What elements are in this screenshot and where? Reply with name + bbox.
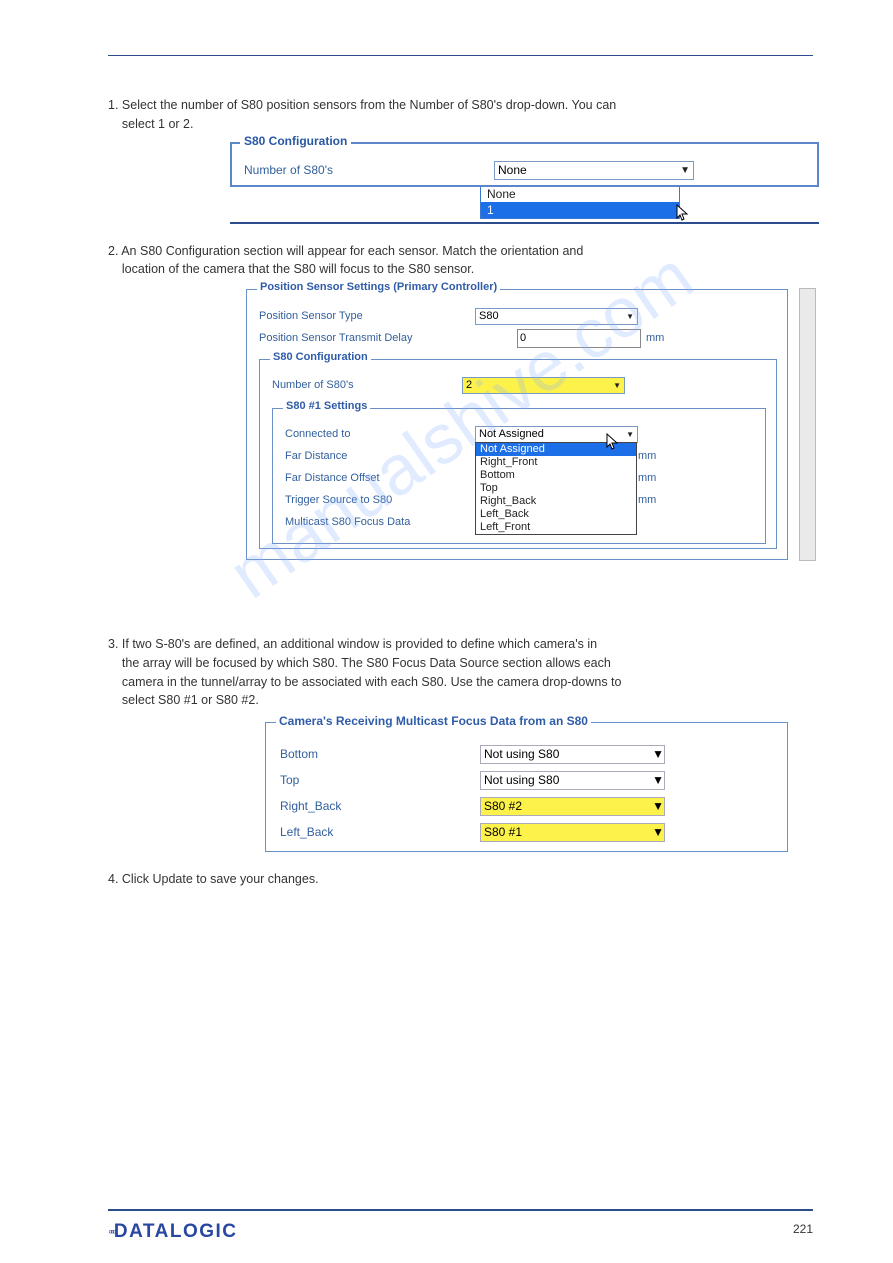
num-s80-select2[interactable]: 2 ▼ — [462, 377, 625, 394]
leftback-label: Left_Back — [280, 825, 480, 839]
rightback-label: Right_Back — [280, 799, 480, 813]
instr-step3: 3. If two S-80's are defined, an additio… — [108, 635, 813, 710]
rightback-val: S80 #2 — [484, 799, 522, 813]
instr1-line2: select 1 or 2. — [122, 117, 194, 131]
trigger-src-label: Trigger Source to S80 — [285, 494, 475, 506]
opt-right-back[interactable]: Right_Back — [476, 495, 636, 508]
instr-step2: 2. An S80 Configuration section will app… — [108, 242, 813, 280]
chevron-down-icon: ▼ — [613, 381, 621, 390]
chevron-down-icon: ▼ — [652, 799, 664, 813]
num-s80-value2: 2 — [466, 379, 472, 391]
unit-mm: mm — [638, 472, 656, 484]
delay-input[interactable] — [517, 329, 641, 348]
connected-to-value: Not Assigned — [479, 428, 544, 440]
multicast-label: Multicast S80 Focus Data — [285, 516, 475, 528]
top-label: Top — [280, 773, 480, 787]
instr3-l2: the array will be focused by which S80. … — [122, 656, 611, 670]
instr3-l3: camera in the tunnel/array to be associa… — [122, 675, 622, 689]
top-select[interactable]: Not using S80 ▼ — [480, 771, 665, 790]
page-number: 221 — [793, 1222, 813, 1236]
cursor-icon — [676, 204, 692, 222]
bottom-select[interactable]: Not using S80 ▼ — [480, 745, 665, 764]
instr-step4: 4. Click Update to save your changes. — [108, 870, 813, 889]
connected-to-select[interactable]: Not Assigned ▼ Not Assigned Right_Front … — [475, 426, 638, 443]
s80-config-legend: S80 Configuration — [240, 134, 351, 148]
s80-config-panel: S80 Configuration Number of S80's None ▼ — [230, 142, 819, 187]
opt-left-front[interactable]: Left_Front — [476, 521, 636, 534]
sensor-type-label: Position Sensor Type — [259, 310, 475, 322]
num-s80-label: Number of S80's — [244, 163, 494, 177]
bottom-label: Bottom — [280, 747, 480, 761]
connected-to-options[interactable]: Not Assigned Right_Front Bottom Top Righ… — [475, 442, 637, 535]
num-s80-value: None — [498, 163, 527, 177]
brand-text: DATALOGIC — [114, 1221, 238, 1242]
instr1-line1: Select the number of S80 position sensor… — [122, 98, 616, 112]
chevron-down-icon: ▼ — [652, 747, 664, 761]
scrollbar[interactable] — [799, 288, 816, 561]
bottom-val: Not using S80 — [484, 747, 559, 761]
top-val: Not using S80 — [484, 773, 559, 787]
chevron-down-icon: ▼ — [652, 773, 664, 787]
chevron-down-icon: ▼ — [680, 165, 690, 176]
unit-mm: mm — [638, 450, 656, 462]
far-distance-label: Far Distance — [285, 450, 475, 462]
delay-unit: mm — [646, 332, 664, 344]
s80cfg-legend: S80 Configuration — [270, 351, 371, 363]
instr3-l1: If two S-80's are defined, an additional… — [122, 637, 597, 651]
multicast-focus-panel: Camera's Receiving Multicast Focus Data … — [265, 722, 788, 852]
chevron-down-icon: ▼ — [626, 430, 634, 439]
unit-mm: mm — [638, 494, 656, 506]
chevron-down-icon: ▼ — [626, 312, 634, 321]
top-rule — [108, 55, 813, 56]
delay-label: Position Sensor Transmit Delay — [259, 332, 475, 344]
option-none[interactable]: None — [481, 186, 679, 202]
num-s80-dropdown-list[interactable]: None 1 — [480, 185, 680, 219]
multicast-legend: Camera's Receiving Multicast Focus Data … — [276, 714, 591, 728]
bottom-rule — [108, 1209, 813, 1211]
num-s80-select[interactable]: None ▼ — [494, 161, 694, 180]
opt-right-front[interactable]: Right_Front — [476, 456, 636, 469]
instr2-line1: An S80 Configuration section will appear… — [121, 244, 583, 258]
connected-to-label: Connected to — [285, 428, 475, 440]
instr-step1: 1. Select the number of S80 position sen… — [108, 96, 813, 134]
instr2-line2: location of the camera that the S80 will… — [122, 262, 474, 276]
far-offset-label: Far Distance Offset — [285, 472, 475, 484]
option-1[interactable]: 1 — [481, 202, 679, 218]
rightback-select[interactable]: S80 #2 ▼ — [480, 797, 665, 816]
position-sensor-panel: Position Sensor Settings (Primary Contro… — [246, 289, 788, 560]
sensor-type-value: S80 — [479, 310, 499, 322]
num-s80-label2: Number of S80's — [272, 379, 462, 391]
cursor-icon — [606, 433, 622, 451]
instr3-l4: select S80 #1 or S80 #2. — [122, 693, 259, 707]
opt-bottom[interactable]: Bottom — [476, 469, 636, 482]
chevron-down-icon: ▼ — [652, 825, 664, 839]
sensor-type-select[interactable]: S80 ▼ — [475, 308, 638, 325]
option-1-text: 1 — [487, 203, 494, 217]
s80-1-legend: S80 #1 Settings — [283, 400, 370, 412]
leftback-val: S80 #1 — [484, 825, 522, 839]
pss-legend: Position Sensor Settings (Primary Contro… — [257, 281, 500, 293]
opt-left-back[interactable]: Left_Back — [476, 508, 636, 521]
datalogic-logo: ◦◦◦DATALOGIC — [108, 1221, 238, 1243]
instr4-l1: Click Update to save your changes. — [122, 872, 319, 886]
leftback-select[interactable]: S80 #1 ▼ — [480, 823, 665, 842]
opt-top[interactable]: Top — [476, 482, 636, 495]
